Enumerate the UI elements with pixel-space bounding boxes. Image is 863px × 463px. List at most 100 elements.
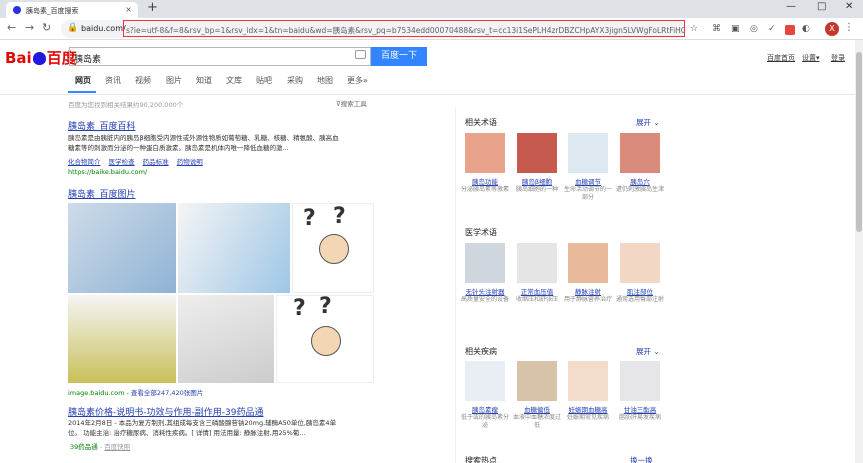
- related-item-name[interactable]: 无针头注射器: [460, 288, 510, 296]
- search-input[interactable]: 胰岛素: [69, 47, 371, 66]
- related-item-name[interactable]: 静脉注射: [563, 288, 613, 296]
- back-icon[interactable]: ←: [7, 21, 16, 34]
- related-thumbnail[interactable]: [568, 361, 608, 401]
- related-item-name[interactable]: 妊娠期血糖高: [563, 406, 613, 414]
- image-thumbnail[interactable]: [178, 295, 274, 383]
- avatar[interactable]: X: [825, 22, 839, 36]
- result-url[interactable]: https://baike.baidu.com/: [68, 168, 147, 176]
- image-source-url[interactable]: image.baidu.com: [68, 389, 124, 397]
- related-item-name[interactable]: 血糖调节: [563, 178, 613, 186]
- related-item[interactable]: 胰岛功能 分泌胰岛素等激素: [460, 178, 510, 194]
- minimize-button[interactable]: —: [786, 1, 796, 12]
- url-path[interactable]: s?ie=utf-8&f=8&rsv_bp=1&rsv_idx=1&tn=bai…: [123, 20, 685, 37]
- related-item[interactable]: 胰岛穴 遭仍刺激胰岛生津: [615, 178, 665, 194]
- related-item-name[interactable]: 肌注部位: [615, 288, 665, 296]
- related-thumbnail[interactable]: [465, 133, 505, 173]
- tab-images[interactable]: 图片: [166, 75, 182, 86]
- related-item[interactable]: 肌注部位 通常选用臀部注射: [615, 288, 665, 304]
- tab-purchase[interactable]: 采购: [287, 75, 303, 86]
- forward-icon[interactable]: →: [25, 21, 34, 34]
- sitelink[interactable]: 化合物简介: [68, 158, 101, 166]
- home-link[interactable]: 百度首页: [767, 53, 795, 63]
- search-button[interactable]: 百度一下: [371, 47, 427, 66]
- scrollbar[interactable]: [855, 40, 863, 463]
- extension-icon[interactable]: ▣: [731, 24, 740, 34]
- lens-icon[interactable]: ◎: [750, 24, 758, 34]
- related-item[interactable]: 甘油三酯高 脂肪肝易发疾病: [615, 406, 665, 422]
- related-item[interactable]: 正常血压值 收缩压和舒张压: [512, 288, 562, 304]
- related-thumbnail[interactable]: [568, 243, 608, 283]
- tab-zhidao[interactable]: 知道: [196, 75, 212, 86]
- translate-icon[interactable]: ⌘: [712, 24, 721, 34]
- maximize-button[interactable]: □: [817, 1, 826, 12]
- source-name[interactable]: 39药品通: [70, 443, 98, 451]
- scrollbar-thumb[interactable]: [856, 52, 862, 232]
- related-item[interactable]: 血糖调节 生命活动调节的一部分: [563, 178, 613, 202]
- section-title: 医学术语: [465, 228, 497, 237]
- browser-tab[interactable]: 胰岛素_百度搜索 ×: [6, 2, 138, 18]
- close-window-button[interactable]: ✕: [845, 1, 853, 12]
- related-item-name[interactable]: 正常血压值: [512, 288, 562, 296]
- related-thumbnail[interactable]: [517, 243, 557, 283]
- divider: [0, 94, 855, 95]
- expand-link[interactable]: 展开 ⌄: [636, 346, 660, 357]
- related-item-name[interactable]: 胰岛素瘤: [460, 406, 510, 414]
- related-item[interactable]: 胰岛β细胞 胰岛细胞的一种: [512, 178, 562, 194]
- sitelink[interactable]: 药物说明: [177, 158, 203, 166]
- related-thumbnail[interactable]: [620, 133, 660, 173]
- tab-wenku[interactable]: 文库: [226, 75, 242, 86]
- dark-mode-icon[interactable]: ◐: [802, 24, 810, 34]
- tab-web[interactable]: 网页: [75, 75, 91, 86]
- search-tools-button[interactable]: ⊽搜索工具: [336, 98, 367, 108]
- refresh-link[interactable]: 换一换: [630, 455, 653, 463]
- settings-link[interactable]: 设置▾: [802, 53, 820, 63]
- tab-news[interactable]: 资讯: [105, 75, 121, 86]
- image-thumbnail[interactable]: ? ?: [292, 203, 374, 293]
- related-item-name[interactable]: 胰岛穴: [615, 178, 665, 186]
- related-thumbnail[interactable]: [465, 361, 505, 401]
- result-title[interactable]: 胰岛素_百度百科: [68, 119, 136, 132]
- related-thumbnail[interactable]: [620, 243, 660, 283]
- related-thumbnail[interactable]: [517, 361, 557, 401]
- sitelink[interactable]: 药品标准: [143, 158, 169, 166]
- related-item[interactable]: 胰岛素瘤 低于或的胰岛素分泌: [460, 406, 510, 430]
- related-item[interactable]: 无针头注射器 高质量安全的设备: [460, 288, 510, 304]
- related-thumbnail[interactable]: [517, 133, 557, 173]
- tab-map[interactable]: 地图: [317, 75, 333, 86]
- close-tab-icon[interactable]: ×: [125, 5, 132, 14]
- image-thumbnail[interactable]: [178, 203, 290, 293]
- related-thumbnail[interactable]: [568, 133, 608, 173]
- sitelink[interactable]: 医学检查: [109, 158, 135, 166]
- related-item-name[interactable]: 胰岛功能: [460, 178, 510, 186]
- related-item[interactable]: 静脉注射 用于静脉营养治疗: [563, 288, 613, 304]
- tab-tieba[interactable]: 贴吧: [256, 75, 272, 86]
- camera-icon[interactable]: [355, 50, 366, 59]
- tab-video[interactable]: 视频: [135, 75, 151, 86]
- login-link[interactable]: 登录: [831, 53, 845, 63]
- related-item[interactable]: 妊娠期血糖高 妊娠期常见疾病: [563, 406, 613, 422]
- tab-more[interactable]: 更多»: [347, 75, 368, 86]
- reload-icon[interactable]: ↻: [42, 21, 51, 34]
- bookmark-star-icon[interactable]: ☆: [690, 24, 698, 34]
- related-item-name[interactable]: 甘油三酯高: [615, 406, 665, 414]
- snapshot-link[interactable]: 百度快照: [104, 443, 130, 451]
- result-snippet: 胰岛素是由胰脏内的胰岛β细胞受内源性或外源性物质如葡萄糖、乳糖、核糖、精氨酸、胰…: [68, 134, 339, 142]
- image-thumbnail[interactable]: [68, 203, 176, 293]
- related-item-name[interactable]: 血糖偏低: [512, 406, 562, 414]
- active-tab-indicator: [68, 91, 96, 93]
- expand-link[interactable]: 展开 ⌄: [636, 117, 660, 128]
- image-thumbnail[interactable]: [68, 295, 176, 383]
- baidu-logo[interactable]: Bai 百度: [5, 47, 77, 67]
- extension-icon[interactable]: ✓: [768, 24, 776, 34]
- view-all-images-link[interactable]: 查看全部247,420张图片: [131, 389, 203, 397]
- office-icon[interactable]: [785, 25, 795, 35]
- related-thumbnail[interactable]: [465, 243, 505, 283]
- result-title[interactable]: 胰岛素_百度图片: [68, 187, 136, 200]
- related-item[interactable]: 血糖偏低 血液中血糖浓度过低: [512, 406, 562, 430]
- menu-icon[interactable]: ⋮: [844, 22, 854, 33]
- image-thumbnail[interactable]: ? ?: [276, 294, 374, 383]
- related-thumbnail[interactable]: [620, 361, 660, 401]
- related-item-name[interactable]: 胰岛β细胞: [512, 178, 562, 186]
- result-title[interactable]: 胰岛素价格-说明书-功效与作用-副作用-39药品通: [68, 405, 263, 418]
- new-tab-button[interactable]: +: [147, 0, 158, 15]
